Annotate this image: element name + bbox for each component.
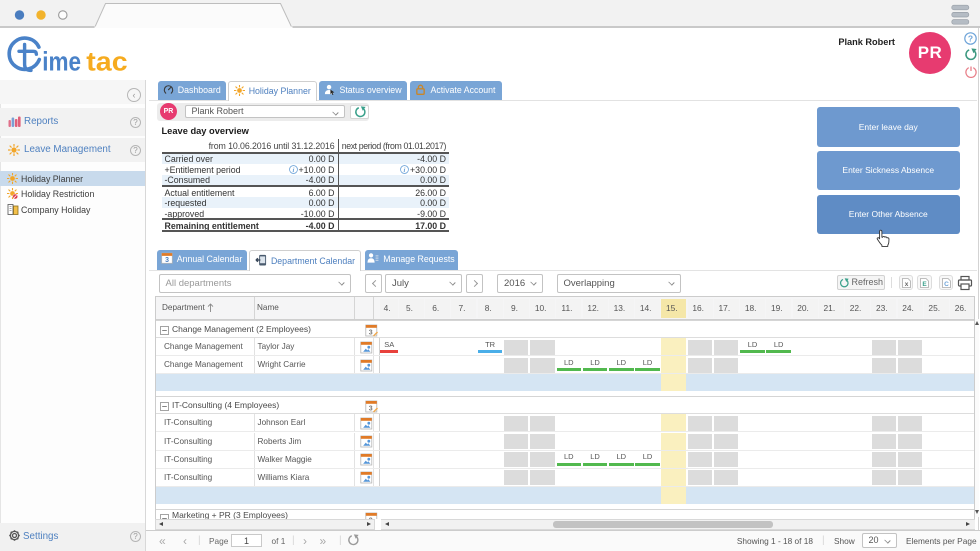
svg-text:ime: ime [42, 47, 81, 76]
svg-text:C: C [944, 281, 949, 288]
svg-text:3: 3 [165, 257, 169, 264]
svg-text:i: i [404, 168, 406, 175]
svg-text:tac: tac [86, 47, 127, 76]
svg-text:E: E [922, 281, 927, 288]
svg-text:?: ? [968, 33, 973, 43]
svg-text:x: x [904, 281, 908, 288]
svg-text:3: 3 [369, 329, 373, 336]
svg-text:3: 3 [369, 405, 373, 412]
